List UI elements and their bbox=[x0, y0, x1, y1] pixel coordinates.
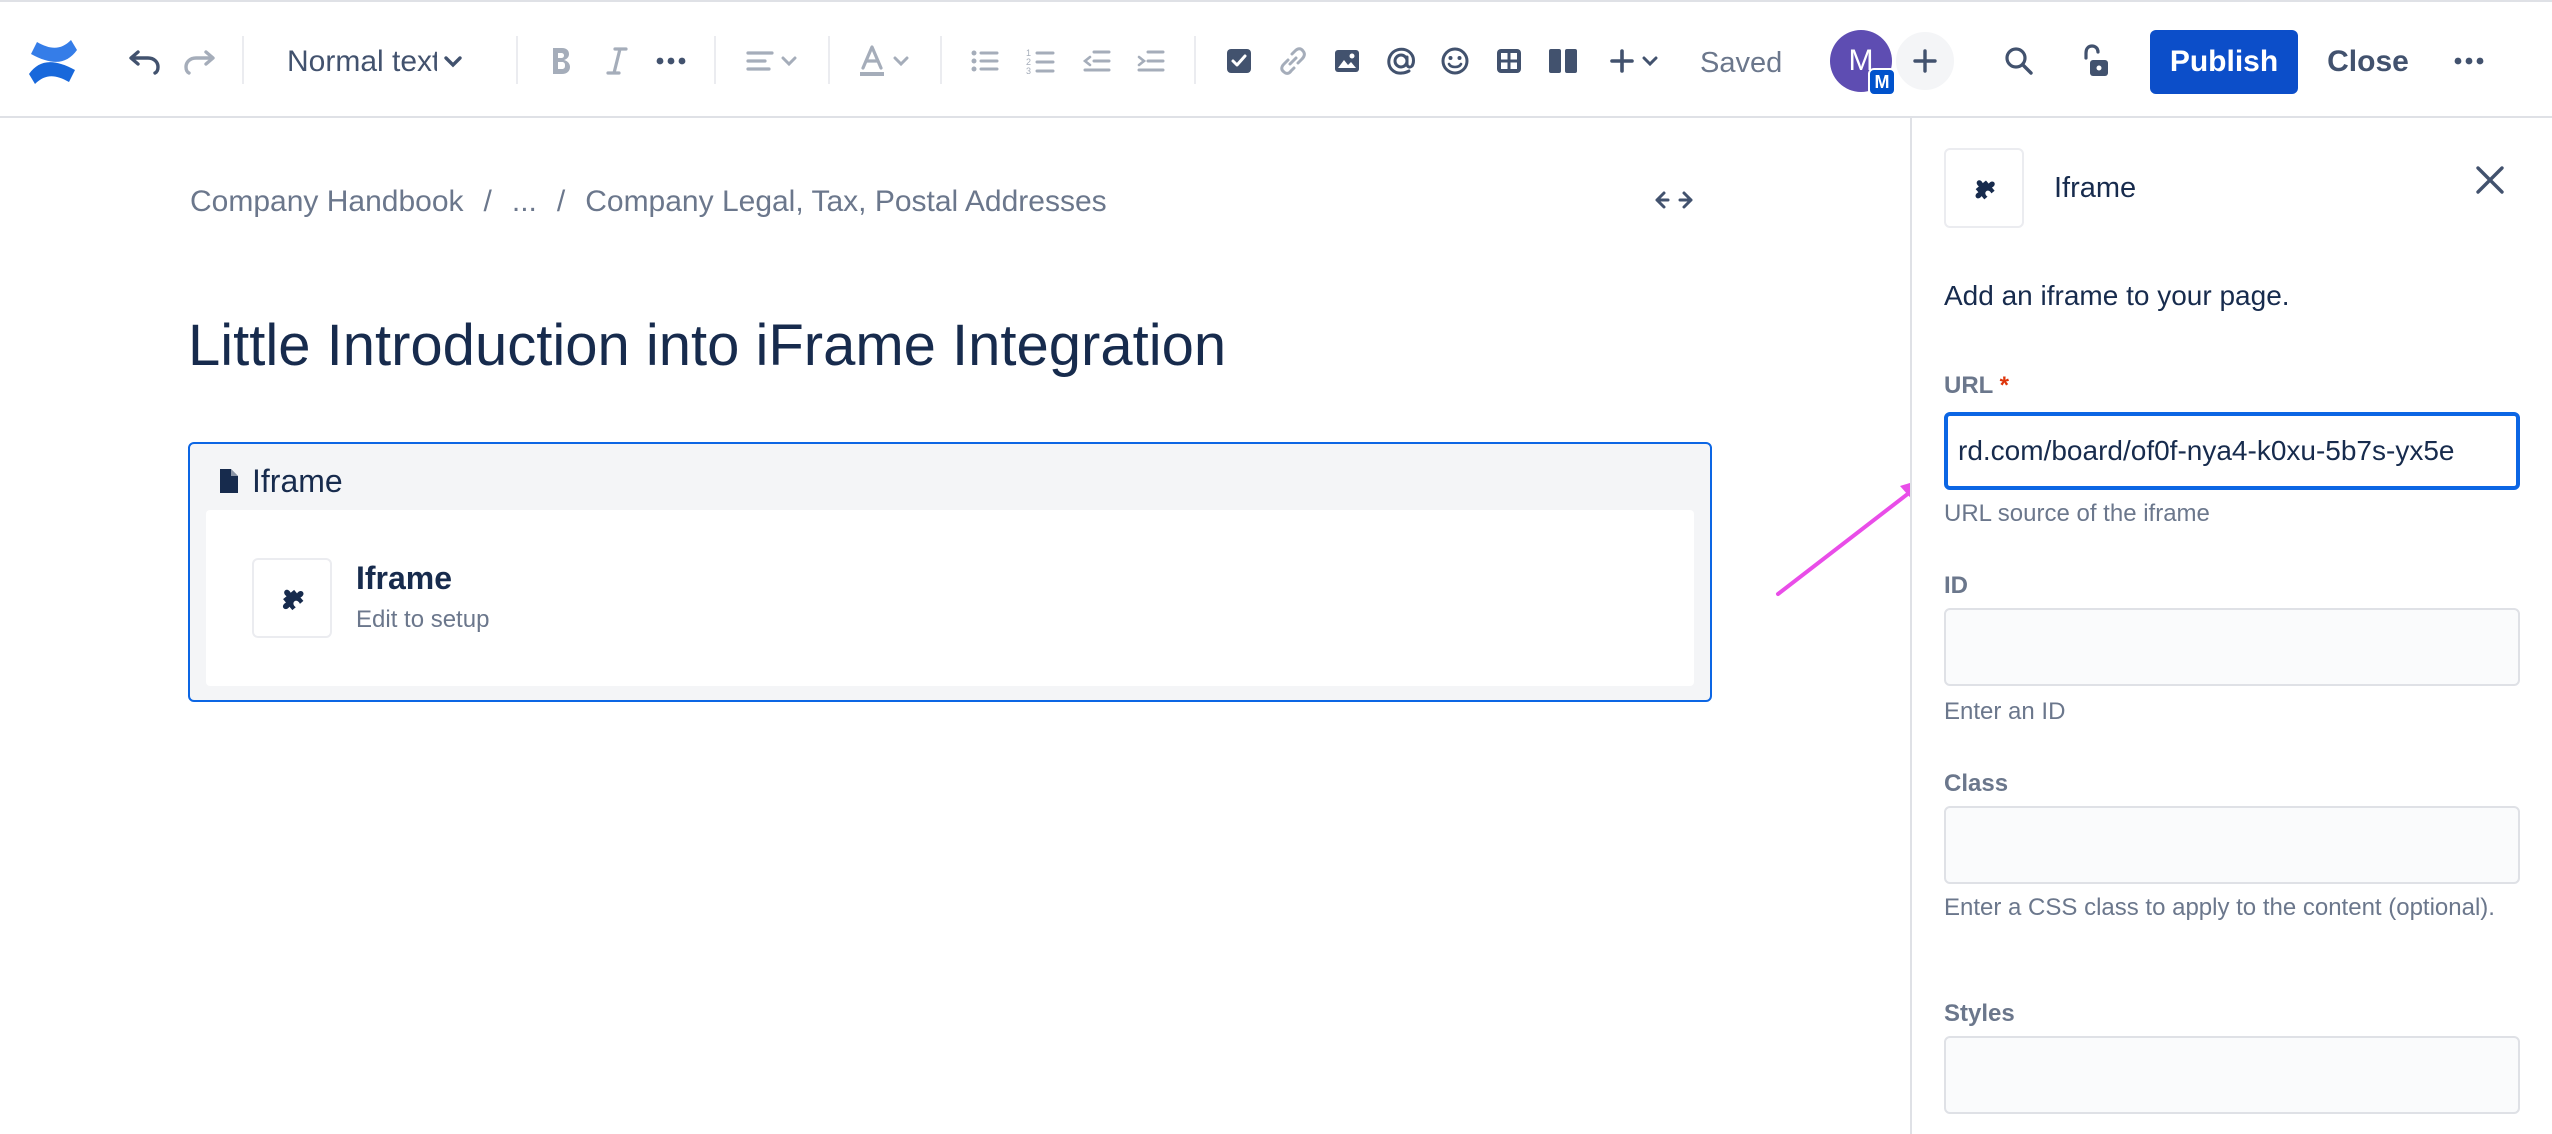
outdent-icon[interactable] bbox=[1074, 38, 1120, 84]
iframe-macro[interactable]: Iframe Iframe Edit to setup bbox=[188, 442, 1712, 702]
styles-input[interactable] bbox=[1944, 1036, 2520, 1114]
image-icon[interactable] bbox=[1324, 38, 1370, 84]
breadcrumb-separator: / bbox=[556, 185, 566, 218]
invite-collaborator-button[interactable] bbox=[1894, 30, 1956, 92]
url-label-text: URL bbox=[1944, 372, 1993, 399]
class-label: Class bbox=[1944, 770, 2009, 797]
styles-label: Styles bbox=[1944, 1000, 2015, 1027]
saved-status: Saved bbox=[1700, 46, 1783, 79]
puzzle-icon bbox=[252, 558, 332, 638]
id-help: Enter an ID bbox=[1944, 698, 2066, 725]
confluence-logo-icon[interactable] bbox=[22, 34, 84, 90]
expand-width-icon[interactable] bbox=[1650, 180, 1698, 220]
text-style-dropdown[interactable]: Normal text bbox=[280, 36, 470, 88]
italic-icon[interactable] bbox=[594, 38, 640, 84]
emoji-icon[interactable] bbox=[1432, 38, 1478, 84]
macro-body: Iframe Edit to setup bbox=[206, 510, 1694, 686]
breadcrumb: Company Handbook / ... / Company Legal, … bbox=[190, 182, 1107, 222]
more-formatting-icon[interactable] bbox=[648, 38, 694, 84]
breadcrumb-separator: / bbox=[483, 185, 492, 218]
puzzle-icon bbox=[1944, 148, 2024, 228]
page-title[interactable]: Little Introduction into iFrame Integrat… bbox=[188, 312, 1226, 379]
publish-button[interactable]: Publish bbox=[2150, 30, 2298, 94]
id-input[interactable] bbox=[1944, 608, 2520, 686]
bold-icon[interactable] bbox=[538, 38, 584, 84]
toolbar-divider bbox=[828, 36, 830, 84]
search-icon[interactable] bbox=[1996, 38, 2042, 84]
more-icon[interactable] bbox=[2446, 38, 2492, 84]
toolbar-divider bbox=[940, 36, 942, 84]
url-input[interactable] bbox=[1944, 412, 2520, 490]
link-icon[interactable] bbox=[1270, 38, 1316, 84]
svg-text:3: 3 bbox=[1026, 66, 1031, 75]
layout-icon[interactable] bbox=[1540, 38, 1586, 84]
plus-icon bbox=[1913, 49, 1937, 73]
align-icon bbox=[746, 51, 774, 71]
macro-header: Iframe bbox=[218, 460, 343, 502]
chevron-down-icon bbox=[781, 56, 797, 67]
required-mark: * bbox=[1999, 372, 2009, 399]
macro-subtitle: Edit to setup bbox=[356, 606, 490, 633]
url-help: URL source of the iframe bbox=[1944, 500, 2210, 527]
text-color-icon bbox=[860, 45, 884, 76]
bullet-list-icon[interactable] bbox=[962, 38, 1008, 84]
macro-name: Iframe bbox=[356, 560, 453, 596]
toolbar-divider bbox=[1194, 36, 1196, 84]
breadcrumb-item[interactable]: Company Legal, Tax, Postal Addresses bbox=[585, 185, 1106, 219]
editor-toolbar: Normal text 123 Saved M M Publish Close bbox=[0, 0, 2552, 118]
indent-icon[interactable] bbox=[1128, 38, 1174, 84]
document-icon bbox=[220, 469, 238, 493]
mention-icon[interactable] bbox=[1378, 38, 1424, 84]
breadcrumb-item[interactable]: ... bbox=[512, 185, 537, 219]
redo-icon[interactable] bbox=[176, 38, 222, 84]
close-button[interactable]: Close bbox=[2316, 30, 2420, 94]
undo-icon[interactable] bbox=[122, 38, 168, 84]
toolbar-divider bbox=[714, 36, 716, 84]
table-icon[interactable] bbox=[1486, 38, 1532, 84]
url-label: URL * bbox=[1944, 372, 2009, 400]
chevron-down-icon bbox=[444, 56, 462, 68]
toolbar-divider bbox=[516, 36, 518, 84]
insert-icon bbox=[1610, 49, 1634, 73]
insert-dropdown[interactable] bbox=[1598, 38, 1668, 84]
panel-title: Iframe bbox=[2054, 172, 2137, 204]
text-style-label: Normal text bbox=[287, 45, 437, 78]
align-dropdown[interactable] bbox=[736, 38, 806, 84]
chevron-down-icon bbox=[893, 56, 909, 67]
restrictions-icon[interactable] bbox=[2072, 38, 2118, 84]
breadcrumb-item[interactable]: Company Handbook bbox=[190, 185, 464, 219]
chevron-down-icon bbox=[1642, 56, 1658, 67]
avatar-badge: M bbox=[1868, 68, 1896, 96]
macro-config-panel: Iframe Add an iframe to your page. URL *… bbox=[1910, 118, 2552, 1134]
class-help: Enter a CSS class to apply to the conten… bbox=[1944, 894, 2495, 921]
class-input[interactable] bbox=[1944, 806, 2520, 884]
id-label: ID bbox=[1944, 572, 1968, 599]
close-icon[interactable] bbox=[2466, 156, 2514, 204]
task-icon[interactable] bbox=[1216, 38, 1262, 84]
toolbar-divider bbox=[242, 36, 244, 84]
macro-header-label: Iframe bbox=[252, 462, 343, 499]
numbered-list-icon[interactable]: 123 bbox=[1018, 38, 1064, 84]
panel-description: Add an iframe to your page. bbox=[1944, 280, 2290, 311]
text-color-dropdown[interactable] bbox=[848, 38, 918, 84]
